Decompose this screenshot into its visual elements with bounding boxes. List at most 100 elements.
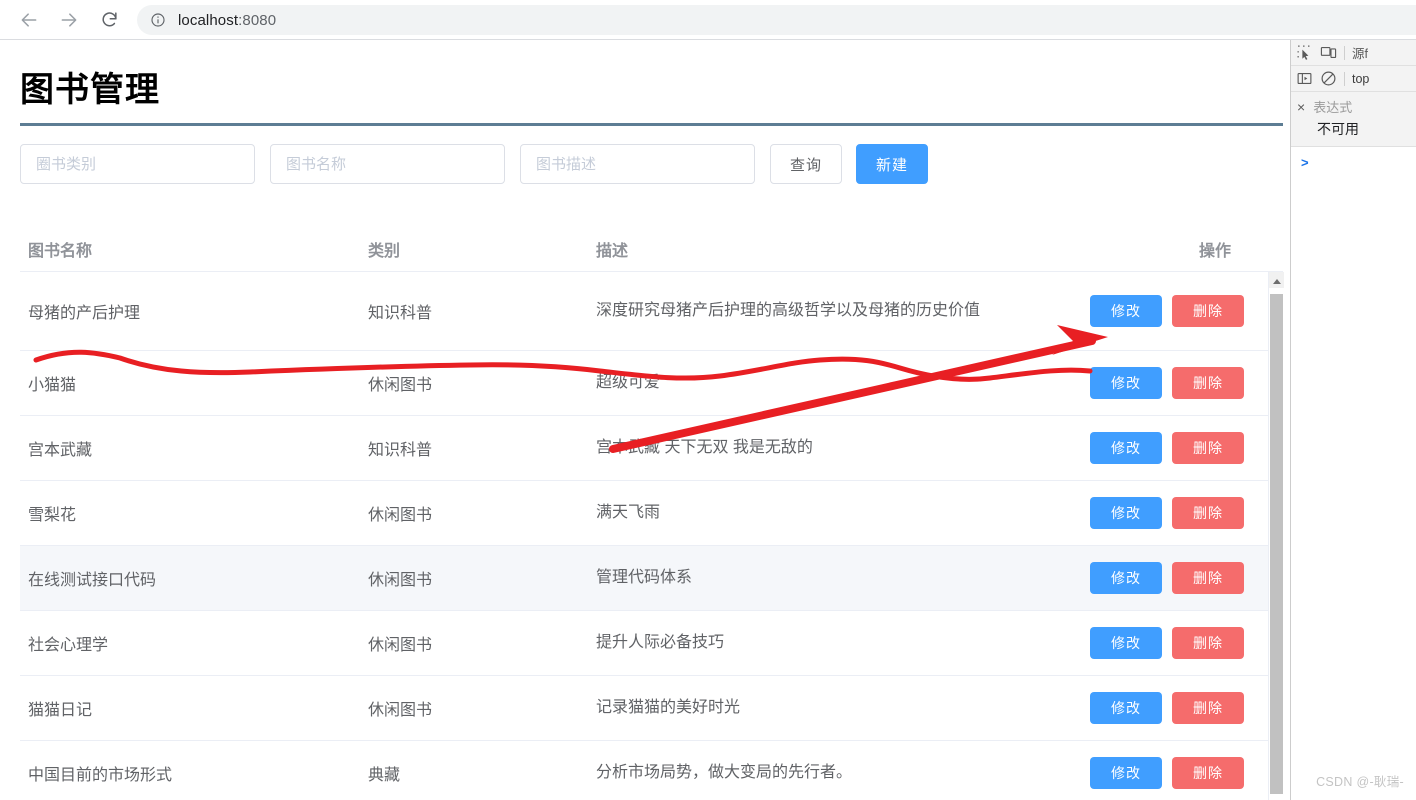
inspect-element-icon[interactable] <box>1296 44 1313 61</box>
cell-operations: 修改 删除 <box>1076 627 1256 659</box>
description-field[interactable] <box>520 144 755 184</box>
edit-button[interactable]: 修改 <box>1090 627 1162 659</box>
url-text: localhost:8080 <box>178 12 276 29</box>
delete-button[interactable]: 删除 <box>1172 432 1244 464</box>
devtools-toolbar-second: top <box>1291 66 1416 92</box>
edit-button[interactable]: 修改 <box>1090 562 1162 594</box>
cell-category: 休闲图书 <box>368 702 433 719</box>
edit-button[interactable]: 修改 <box>1090 295 1162 327</box>
cell-book-name: 小猫猫 <box>28 377 77 394</box>
table-row[interactable]: 中国目前的市场形式 典藏 分析市场局势，做大变局的先行者。 修改 删除 <box>20 741 1283 800</box>
cell-operations: 修改 删除 <box>1076 562 1256 594</box>
cell-book-name: 雪梨花 <box>28 507 77 524</box>
cell-description: 管理代码体系 <box>596 568 693 586</box>
name-field[interactable] <box>270 144 505 184</box>
table-header-row: 图书名称 类别 描述 操作 <box>20 226 1283 272</box>
cell-book-name: 中国目前的市场形式 <box>28 767 173 784</box>
edit-button[interactable]: 修改 <box>1090 757 1162 789</box>
delete-button[interactable]: 删除 <box>1172 692 1244 724</box>
table-scrollbar[interactable] <box>1268 272 1284 800</box>
table-row[interactable]: 小猫猫 休闲图书 超级可爱 修改 删除 <box>20 351 1283 416</box>
forward-button[interactable] <box>52 3 86 37</box>
edit-button[interactable]: 修改 <box>1090 692 1162 724</box>
column-header-name: 图书名称 <box>28 242 93 260</box>
address-bar[interactable]: localhost:8080 <box>137 5 1416 35</box>
show-navigator-icon[interactable] <box>1296 70 1313 87</box>
name-input[interactable] <box>286 145 489 183</box>
delete-button[interactable]: 删除 <box>1172 627 1244 659</box>
delete-button[interactable]: 删除 <box>1172 497 1244 529</box>
cell-operations: 修改 删除 <box>1076 432 1256 464</box>
close-icon[interactable]: × <box>1297 100 1305 114</box>
table-row[interactable]: 猫猫日记 休闲图书 记录猫猫的美好时光 修改 删除 <box>20 676 1283 741</box>
triangle-up-icon <box>1272 279 1281 284</box>
search-toolbar: 查询 新建 <box>20 144 928 184</box>
watermark: CSDN @-耿瑞- <box>1316 775 1404 789</box>
cell-category: 休闲图书 <box>368 572 433 589</box>
reload-button[interactable] <box>92 3 126 37</box>
column-header-operations: 操作 <box>1198 242 1231 260</box>
devtools-toolbar-top: 源f <box>1291 40 1416 66</box>
cell-description: 记录猫猫的美好时光 <box>596 698 741 716</box>
url-port: :8080 <box>238 11 277 29</box>
forward-arrow-icon <box>59 10 79 30</box>
devtools-panel: 源f top × 表达式 不可用 > <box>1290 40 1416 800</box>
delete-button[interactable]: 删除 <box>1172 562 1244 594</box>
scrollbar-thumb[interactable] <box>1270 294 1283 794</box>
create-button[interactable]: 新建 <box>856 144 928 184</box>
description-input[interactable] <box>536 145 739 183</box>
cell-description: 满天飞雨 <box>596 503 661 521</box>
table-row[interactable]: 母猪的产后护理 知识科普 深度研究母猪产后护理的高级哲学以及母猪的历史价值 修改 删除 <box>20 272 1283 351</box>
cell-operations: 修改 删除 <box>1076 692 1256 724</box>
toolbar-separator-2 <box>1344 71 1345 86</box>
watch-title: 表达式 <box>1313 100 1353 115</box>
browser-window: localhost:8080 图书管理 查询 新建 图书名称 类别 描述 操 <box>0 0 1416 800</box>
browser-toolbar: localhost:8080 <box>0 0 1416 40</box>
delete-button[interactable]: 删除 <box>1172 757 1244 789</box>
cell-category: 知识科普 <box>368 442 433 459</box>
page-title: 图书管理 <box>20 71 160 109</box>
delete-button[interactable]: 删除 <box>1172 367 1244 399</box>
cell-description: 深度研究母猪产后护理的高级哲学以及母猪的历史价值 <box>596 301 981 319</box>
column-header-description: 描述 <box>596 242 629 260</box>
table-row[interactable]: 在线测试接口代码 休闲图书 管理代码体系 修改 删除 <box>20 546 1283 611</box>
category-field[interactable] <box>20 144 255 184</box>
cell-book-name: 宫本武藏 <box>28 442 93 459</box>
cell-description: 宫本武藏 天下无双 我是无敌的 <box>596 438 813 456</box>
context-selector[interactable]: top <box>1352 72 1369 86</box>
back-arrow-icon <box>19 10 39 30</box>
console-prompt[interactable]: > <box>1291 147 1416 170</box>
cell-category: 休闲图书 <box>368 377 433 394</box>
sources-tab[interactable]: 源f <box>1352 43 1368 62</box>
back-button[interactable] <box>12 3 46 37</box>
device-toolbar-icon[interactable] <box>1320 44 1337 61</box>
scroll-up-button[interactable] <box>1269 272 1284 288</box>
cell-operations: 修改 删除 <box>1076 367 1256 399</box>
url-host: localhost <box>178 11 239 29</box>
table-body: 母猪的产后护理 知识科普 深度研究母猪产后护理的高级哲学以及母猪的历史价值 修改 删除小… <box>20 272 1283 800</box>
cell-category: 知识科普 <box>368 305 433 322</box>
cell-book-name: 母猪的产后护理 <box>28 305 141 322</box>
delete-button[interactable]: 删除 <box>1172 295 1244 327</box>
cell-operations: 修改 删除 <box>1076 497 1256 529</box>
title-divider <box>20 123 1283 126</box>
table-row[interactable]: 社会心理学 休闲图书 提升人际必备技巧 修改 删除 <box>20 611 1283 676</box>
cell-description: 提升人际必备技巧 <box>596 633 725 651</box>
no-entry-icon[interactable] <box>1320 70 1337 87</box>
edit-button[interactable]: 修改 <box>1090 367 1162 399</box>
books-table: 图书名称 类别 描述 操作 母猪的产后护理 知识科普 深度研究母猪产后护理的高级哲学… <box>20 226 1284 800</box>
table-row[interactable]: 宫本武藏 知识科普 宫本武藏 天下无双 我是无敌的 修改 删除 <box>20 416 1283 481</box>
cell-book-name: 猫猫日记 <box>28 702 93 719</box>
column-header-category: 类别 <box>368 242 401 260</box>
watch-expressions-pane: × 表达式 不可用 <box>1291 92 1416 147</box>
category-input[interactable] <box>36 145 239 183</box>
cell-operations: 修改 删除 <box>1076 757 1256 789</box>
edit-button[interactable]: 修改 <box>1090 497 1162 529</box>
query-button[interactable]: 查询 <box>770 144 842 184</box>
page-viewport: 图书管理 查询 新建 图书名称 类别 描述 操作 母猪的产后护理知识科普深度研究… <box>0 40 1290 800</box>
table-row[interactable]: 雪梨花 休闲图书 满天飞雨 修改 删除 <box>20 481 1283 546</box>
toolbar-separator <box>1344 45 1345 60</box>
cell-operations: 修改 删除 <box>1076 295 1256 327</box>
edit-button[interactable]: 修改 <box>1090 432 1162 464</box>
site-info-icon[interactable] <box>150 12 166 28</box>
